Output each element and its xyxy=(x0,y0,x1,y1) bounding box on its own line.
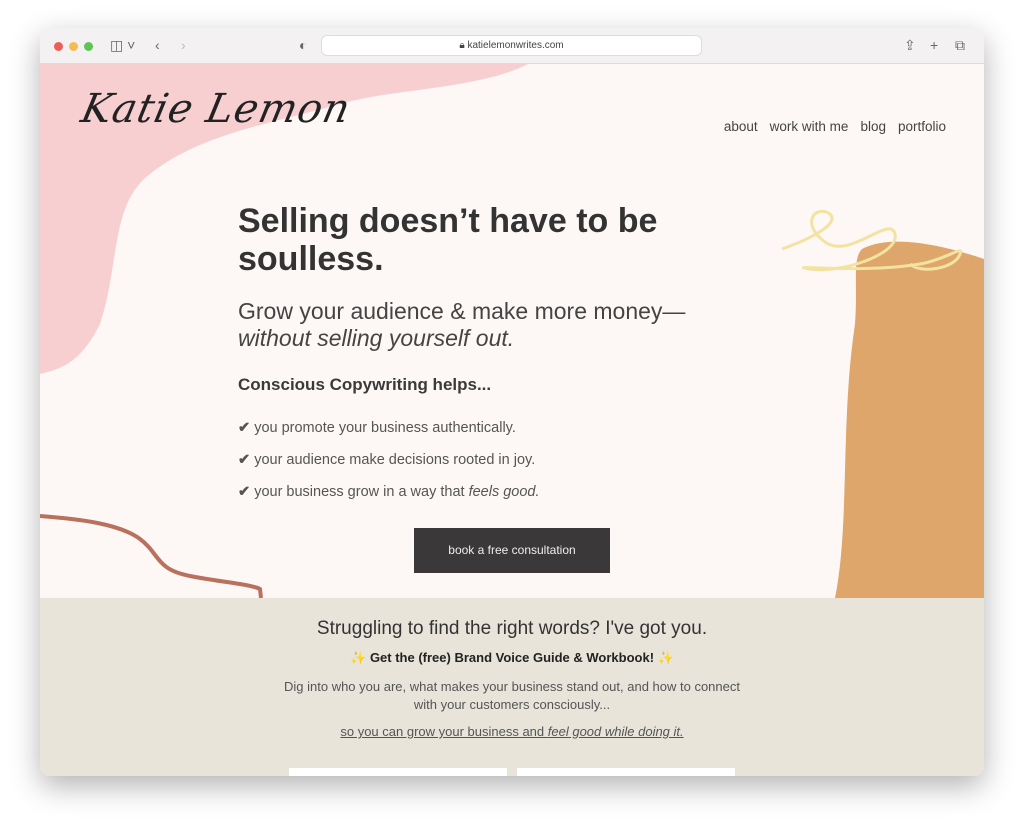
check-icon: ✔ xyxy=(238,484,251,500)
sidebar-icon[interactable]: ◫ ˅ xyxy=(110,37,135,54)
nav-blog[interactable]: blog xyxy=(860,119,886,134)
subheadline: Grow your audience & make more money— wit… xyxy=(238,298,686,351)
sparkle-icon: ✨ xyxy=(657,650,674,665)
new-tab-icon[interactable]: + xyxy=(930,37,938,53)
address-bar[interactable]: 🔒︎ katielemonwrites.com xyxy=(321,35,702,56)
close-button[interactable] xyxy=(54,42,63,51)
tabs-icon[interactable]: ⧉ xyxy=(955,37,965,54)
check-item: ✔ you promote your business authenticall… xyxy=(238,420,516,436)
lead-magnet-section: Struggling to find the right words? I've… xyxy=(40,598,984,776)
hero-section: Katie Lemon about work with me blog port… xyxy=(40,64,984,598)
sparkle-icon: ✨ xyxy=(350,650,367,665)
check-item: ✔ your business grow in a way that feels… xyxy=(238,484,540,500)
minimize-button[interactable] xyxy=(69,42,78,51)
brown-line xyxy=(40,514,263,598)
nav-portfolio[interactable]: portfolio xyxy=(898,119,946,134)
check-item: ✔ your audience make decisions rooted in… xyxy=(238,452,536,468)
back-icon[interactable]: ‹ xyxy=(155,37,160,53)
orange-shape xyxy=(835,241,984,598)
check-icon: ✔ xyxy=(238,420,251,436)
shield-icon[interactable]: ◐ xyxy=(299,37,307,53)
logo[interactable]: Katie Lemon xyxy=(77,86,355,132)
nav-about[interactable]: about xyxy=(724,119,758,134)
headline: Selling doesn’t have to be soulless. xyxy=(238,202,658,278)
browser-window: ◫ ˅ ‹ › ◐ 🔒︎ katielemonwrites.com ⇪ + ⧉ … xyxy=(40,28,984,776)
email-input[interactable] xyxy=(517,768,735,776)
intro-text: Conscious Copywriting helps... xyxy=(238,375,492,394)
main-nav: about work with me blog portfolio xyxy=(724,119,946,134)
tagline-link[interactable]: so you can grow your business and feel g… xyxy=(40,724,984,739)
book-consultation-button[interactable]: book a free consultation xyxy=(414,528,610,573)
share-icon[interactable]: ⇪ xyxy=(904,37,916,54)
forward-icon[interactable]: › xyxy=(181,37,186,53)
check-icon: ✔ xyxy=(238,452,251,468)
maximize-button[interactable] xyxy=(84,42,93,51)
guide-offer: ✨ Get the (free) Brand Voice Guide & Wor… xyxy=(350,650,674,665)
section-description: Dig into who you are, what makes your bu… xyxy=(284,679,740,712)
browser-toolbar: ◫ ˅ ‹ › ◐ 🔒︎ katielemonwrites.com ⇪ + ⧉ xyxy=(40,28,984,64)
section-title: Struggling to find the right words? I've… xyxy=(316,618,708,639)
name-input[interactable] xyxy=(289,768,507,776)
nav-work-with-me[interactable]: work with me xyxy=(770,119,849,134)
